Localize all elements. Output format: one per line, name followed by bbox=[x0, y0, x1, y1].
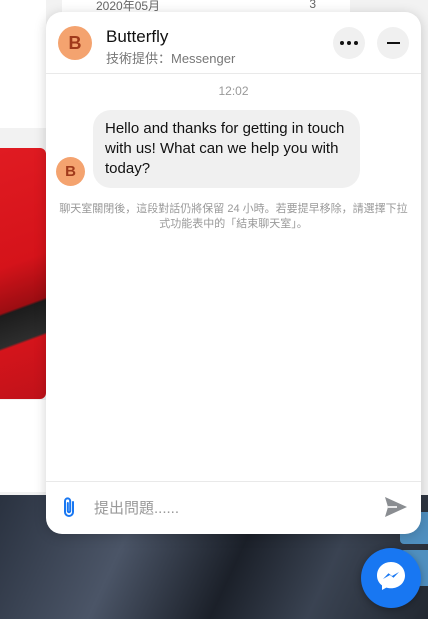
minimize-icon bbox=[386, 42, 400, 44]
paperclip-icon[interactable] bbox=[59, 496, 79, 525]
archive-count: 3 bbox=[309, 0, 316, 11]
page-background-panel bbox=[0, 0, 46, 128]
message-timestamp: 12:02 bbox=[218, 84, 249, 98]
chat-window: B Butterfly 技術提供：Messenger 12:02 B Hello… bbox=[46, 12, 421, 534]
avatar: B bbox=[58, 26, 92, 60]
avatar: B bbox=[56, 157, 85, 186]
more-options-button[interactable] bbox=[333, 27, 365, 59]
send-icon[interactable] bbox=[384, 496, 408, 523]
minimize-button[interactable] bbox=[377, 27, 409, 59]
chat-notice: 聊天室關閉後，這段對話仍將保留 24 小時。若要提早移除，請選擇下拉式功能表中的… bbox=[59, 203, 408, 230]
message-bubble: Hello and thanks for getting in touch wi… bbox=[93, 110, 360, 188]
messenger-chat-button[interactable] bbox=[361, 548, 421, 608]
page-background-panel bbox=[0, 400, 46, 492]
chat-title: Butterfly bbox=[106, 27, 169, 46]
message-input[interactable] bbox=[92, 492, 376, 524]
messenger-icon bbox=[374, 559, 408, 598]
message-composer bbox=[46, 481, 421, 534]
page-banner-image bbox=[0, 148, 46, 399]
chat-header: B Butterfly 技術提供：Messenger bbox=[46, 12, 421, 74]
more-horizontal-icon bbox=[340, 41, 358, 45]
chat-subtitle: 技術提供：Messenger bbox=[106, 51, 236, 66]
